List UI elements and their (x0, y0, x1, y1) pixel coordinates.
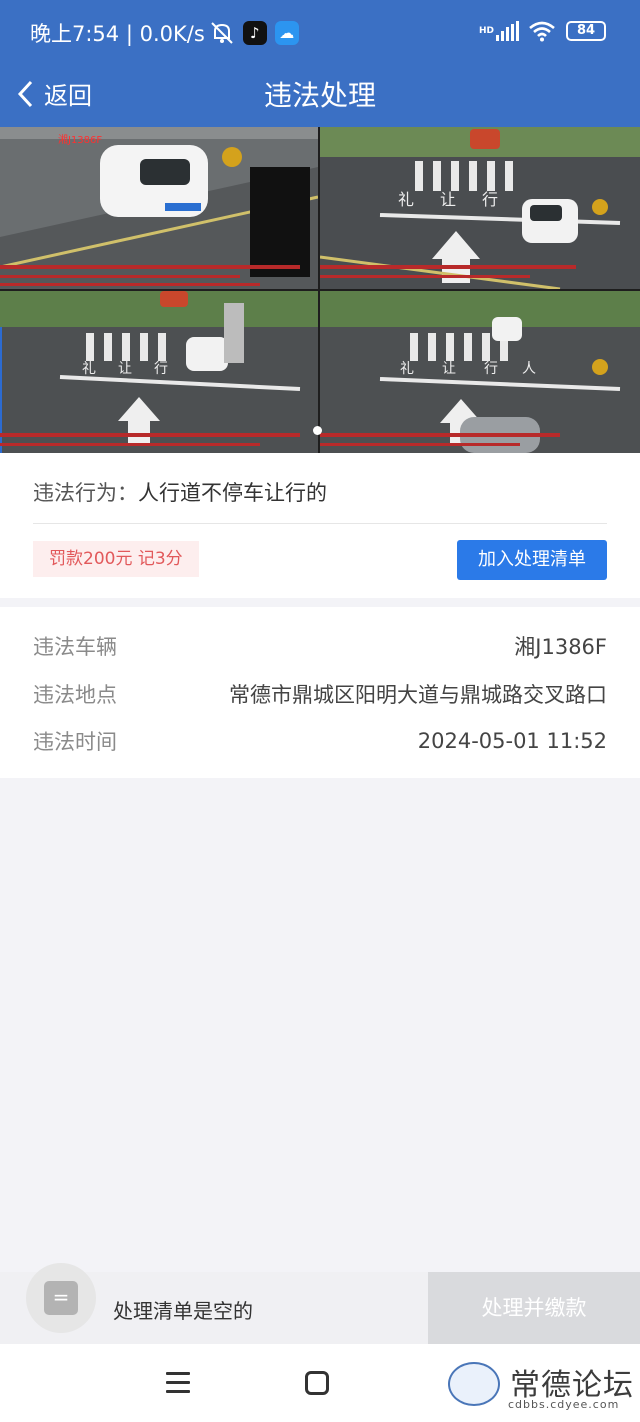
watermark-site: cdbbs.cdyee.com (508, 1398, 620, 1411)
road-marking-xing-3: 行 (484, 361, 498, 377)
home-icon[interactable] (305, 1371, 329, 1395)
road-marking-xing: 行 (482, 190, 498, 209)
status-time-speed: 晚上7:54 | 0.0K/s (30, 22, 205, 46)
list-icon: = (44, 1281, 78, 1315)
status-bar: 晚上7:54 | 0.0K/s ♪ ☁ HD 84 (0, 0, 640, 64)
road-marking-rang-3: 让 (442, 361, 456, 377)
cloud-app-icon: ☁ (274, 21, 299, 45)
watermark-logo-icon (448, 1362, 500, 1406)
vehicle-value: 湘J1386F (514, 635, 607, 659)
road-marking-xing-2: 行 (154, 361, 168, 377)
violation-photo[interactable]: 湘J1386F 礼 让 行 礼 让 行 礼 让 行 人 (0, 127, 640, 453)
signal-icon (496, 21, 519, 41)
add-to-list-button[interactable]: 加入处理清单 (457, 540, 607, 580)
mute-bell-icon (211, 22, 233, 44)
menu-icon[interactable] (166, 1372, 190, 1394)
penalty-badge: 罚款200元 记3分 (33, 541, 199, 577)
tiktok-icon: ♪ (242, 21, 267, 45)
road-marking-li-2: 礼 (82, 361, 96, 377)
behavior-value: 人行道不停车让行的 (138, 481, 327, 505)
back-button[interactable]: 返回 (16, 76, 92, 111)
hd-badge: HD (478, 25, 494, 36)
process-and-pay-button[interactable]: 处理并缴款 (428, 1272, 640, 1344)
violation-card: 违法行为：人行道不停车让行的 罚款200元 记3分 加入处理清单 (0, 453, 640, 598)
page-title: 违法处理 (263, 79, 376, 112)
list-button[interactable]: = (26, 1263, 96, 1333)
road-marking-li: 礼 (398, 190, 414, 209)
wifi-icon (529, 21, 555, 42)
intersection-photo-grid: 湘J1386F 礼 让 行 礼 让 行 礼 让 行 人 (0, 127, 640, 453)
detail-row-vehicle: 违法车辆 湘J1386F (33, 631, 607, 661)
road-marking-rang-2: 让 (118, 361, 132, 377)
forum-watermark: 常德论坛 cdbbs.cdyee.com (446, 1356, 636, 1416)
location-label: 违法地点 (33, 683, 117, 707)
chevron-left-icon (17, 80, 33, 107)
bottom-action-bar: = 处理清单是空的 处理并缴款 (0, 1263, 640, 1344)
behavior-label: 违法行为： (33, 481, 138, 505)
system-nav-bar: 常德论坛 cdbbs.cdyee.com (0, 1344, 640, 1422)
carousel-indicator[interactable] (313, 426, 322, 435)
road-marking-rang: 让 (440, 190, 456, 209)
status-left: 晚上7:54 | 0.0K/s ♪ ☁ (30, 18, 299, 48)
divider (33, 523, 607, 524)
road-marking-ren-3: 人 (522, 361, 536, 377)
detail-row-location: 违法地点 常德市鼎城区阳明大道与鼎城路交叉路口 (33, 679, 607, 709)
location-value: 常德市鼎城区阳明大道与鼎城路交叉路口 (229, 683, 607, 707)
vehicle-label: 违法车辆 (33, 635, 117, 659)
nav-bar: 返回 违法处理 (0, 64, 640, 127)
road-marking-li-3: 礼 (400, 361, 414, 377)
status-right: HD 84 (479, 20, 606, 42)
photo-plate-caption: 湘J1386F (58, 133, 102, 146)
detail-row-time: 违法时间 2024-05-01 11:52 (33, 726, 607, 756)
time-value: 2024-05-01 11:52 (417, 729, 607, 753)
back-label: 返回 (44, 82, 92, 110)
details-card: 违法车辆 湘J1386F 违法地点 常德市鼎城区阳明大道与鼎城路交叉路口 违法时… (0, 607, 640, 778)
battery-indicator: 84 (566, 21, 606, 41)
behavior-row: 违法行为：人行道不停车让行的 (33, 477, 327, 507)
time-label: 违法时间 (33, 730, 117, 754)
list-empty-text: 处理清单是空的 (113, 1299, 253, 1323)
